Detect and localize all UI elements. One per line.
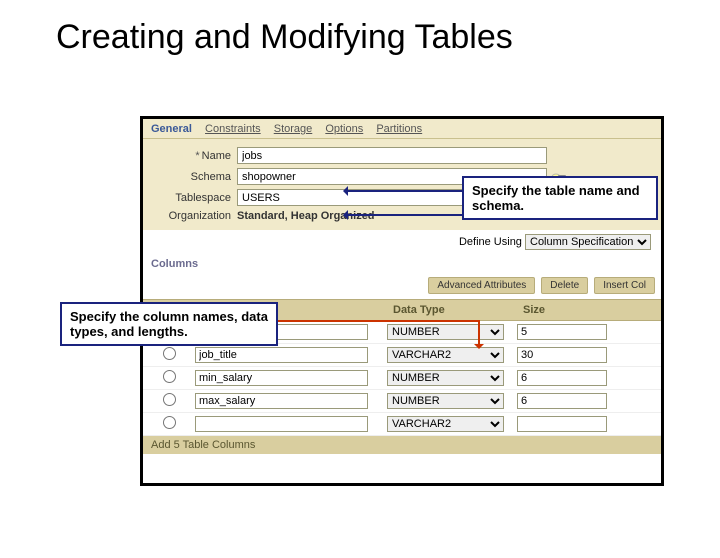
app-window: General Constraints Storage Options Part…	[140, 116, 664, 486]
size-input[interactable]	[517, 393, 607, 409]
column-name-input[interactable]	[195, 416, 368, 432]
insert-column-button[interactable]: Insert Col	[594, 277, 655, 294]
define-using-row: Define Using Column Specification	[143, 230, 661, 254]
row-select-radio[interactable]	[163, 393, 176, 406]
define-using-select[interactable]: Column Specification	[525, 234, 651, 250]
tab-partitions[interactable]: Partitions	[376, 123, 422, 138]
name-input[interactable]	[237, 147, 547, 164]
column-name-input[interactable]	[195, 370, 368, 386]
tab-storage[interactable]: Storage	[274, 123, 313, 138]
add-columns-link[interactable]: Add 5 Table Columns	[143, 436, 661, 454]
table-row: VARCHAR2	[143, 413, 661, 436]
advanced-attributes-button[interactable]: Advanced Attributes	[428, 277, 535, 294]
size-input[interactable]	[517, 370, 607, 386]
organization-value: Standard, Heap Organized	[237, 210, 375, 222]
table-row: NUMBER	[143, 390, 661, 413]
row-select-radio[interactable]	[163, 347, 176, 360]
schema-label: Schema	[153, 171, 237, 183]
tab-bar: General Constraints Storage Options Part…	[143, 119, 661, 139]
table-row: VARCHAR2	[143, 344, 661, 367]
organization-label: Organization	[153, 210, 237, 222]
name-label: *Name	[153, 150, 237, 162]
delete-button[interactable]: Delete	[541, 277, 588, 294]
col-type-header: Data Type	[387, 300, 517, 320]
row-select-radio[interactable]	[163, 416, 176, 429]
callout-column-defs: Specify the column names, data types, an…	[60, 302, 278, 346]
page-title: Creating and Modifying Tables	[56, 18, 720, 57]
size-input[interactable]	[517, 416, 607, 432]
data-type-select[interactable]: NUMBER	[387, 393, 504, 409]
callout-table-schema: Specify the table name and schema.	[462, 176, 658, 220]
define-using-label: Define Using	[459, 236, 522, 248]
data-type-select[interactable]: NUMBER	[387, 370, 504, 386]
data-type-select[interactable]: VARCHAR2	[387, 347, 504, 363]
tablespace-label: Tablespace	[153, 192, 237, 204]
size-input[interactable]	[517, 347, 607, 363]
data-type-select[interactable]: VARCHAR2	[387, 416, 504, 432]
arrow-to-schema	[346, 214, 462, 216]
row-select-radio[interactable]	[163, 370, 176, 383]
column-toolbar: Advanced Attributes Delete Insert Col	[143, 272, 661, 299]
col-size-header: Size	[517, 300, 617, 320]
arrow-to-name	[346, 190, 462, 192]
data-type-select[interactable]: NUMBER	[387, 324, 504, 340]
tab-general[interactable]: General	[151, 123, 192, 138]
column-name-input[interactable]	[195, 393, 368, 409]
tab-constraints[interactable]: Constraints	[205, 123, 261, 138]
table-row: NUMBER	[143, 367, 661, 390]
size-input[interactable]	[517, 324, 607, 340]
column-name-input[interactable]	[195, 347, 368, 363]
columns-section-header: Columns	[143, 254, 661, 272]
tab-options[interactable]: Options	[325, 123, 363, 138]
